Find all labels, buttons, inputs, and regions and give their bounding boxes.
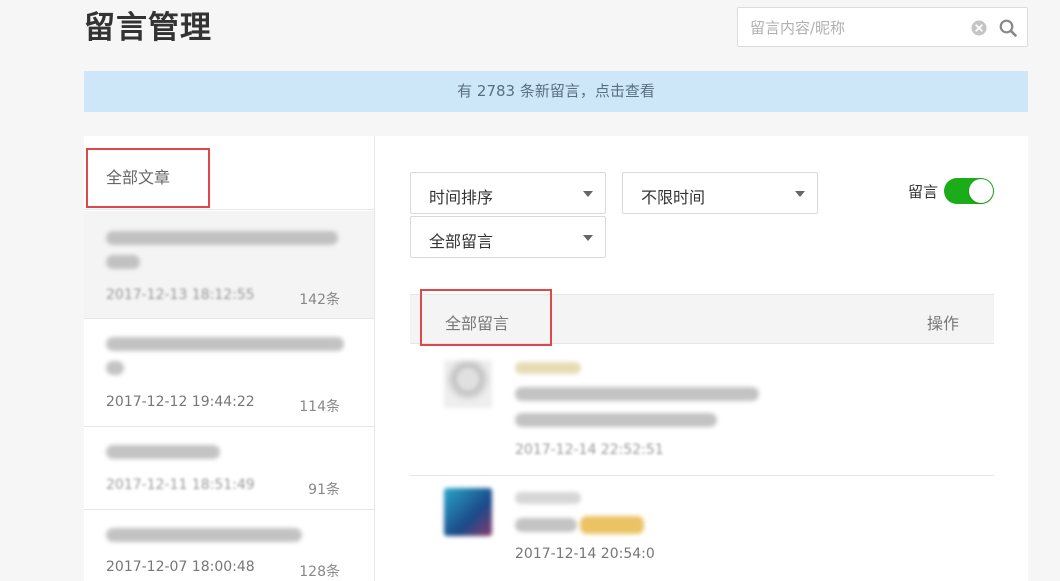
- blurred-comment-text: [515, 413, 717, 427]
- search-icon[interactable]: [998, 18, 1018, 38]
- blurred-article-title: [106, 231, 338, 245]
- comment-date: 2017-12-14 20:54:0: [515, 546, 655, 562]
- comment-item: 2017-12-14 22:52:51: [410, 344, 994, 476]
- article-date: 2017-12-13 18:12:55: [106, 287, 255, 303]
- blurred-article-title: [106, 445, 220, 459]
- avatar[interactable]: [444, 360, 492, 408]
- time-range-select[interactable]: 不限时间: [622, 172, 818, 214]
- comments-toggle-label: 留言: [908, 183, 939, 201]
- article-date: 2017-12-12 19:44:22: [106, 394, 255, 410]
- article-item[interactable]: 2017-12-12 19:44:22 114条: [84, 319, 374, 427]
- chevron-down-icon: [583, 235, 593, 241]
- article-list-panel: 全部文章 2017-12-13 18:12:55 142条 2017-12-12…: [84, 136, 375, 581]
- comment-type-select[interactable]: 全部留言: [410, 216, 606, 258]
- chevron-down-icon: [583, 191, 593, 197]
- comment-item: 2017-12-14 20:54:0: [410, 476, 994, 581]
- article-list-header: 全部文章: [84, 136, 374, 210]
- blurred-nickname: [515, 492, 581, 504]
- search-box[interactable]: [737, 7, 1028, 47]
- chevron-down-icon: [795, 191, 805, 197]
- content-card: 全部文章 2017-12-13 18:12:55 142条 2017-12-12…: [84, 136, 1028, 581]
- blurred-comment-text: [515, 518, 577, 532]
- avatar[interactable]: [444, 488, 492, 536]
- blurred-article-title: [106, 361, 124, 375]
- article-comment-count: 91条: [308, 482, 340, 498]
- article-item[interactable]: 2017-12-13 18:12:55 142条: [84, 211, 374, 319]
- article-comment-count: 128条: [299, 564, 340, 580]
- time-range-select-value: 不限时间: [641, 188, 706, 207]
- sort-select-value: 时间排序: [429, 188, 494, 207]
- blurred-comment-text: [515, 387, 759, 401]
- comment-date: 2017-12-14 22:52:51: [515, 442, 664, 458]
- comment-table-header: 全部留言 操作: [410, 294, 994, 344]
- page-title: 留言管理: [84, 10, 212, 46]
- article-date: 2017-12-11 18:51:49: [106, 477, 255, 493]
- sort-select[interactable]: 时间排序: [410, 172, 606, 214]
- new-comments-banner[interactable]: 有 2783 条新留言，点击查看: [84, 71, 1028, 112]
- comments-toggle[interactable]: [944, 178, 994, 204]
- comment-type-select-value: 全部留言: [429, 232, 494, 251]
- all-comments-column: 全部留言: [445, 314, 510, 333]
- article-item[interactable]: 2017-12-07 18:00:48 128条: [84, 510, 374, 581]
- blurred-article-title: [106, 528, 302, 542]
- emoji-blur: [580, 516, 644, 534]
- actions-column: 操作: [926, 314, 959, 333]
- blurred-nickname: [515, 362, 581, 374]
- all-articles-label[interactable]: 全部文章: [106, 164, 170, 188]
- blurred-article-title: [106, 255, 140, 269]
- article-date: 2017-12-07 18:00:48: [106, 559, 255, 575]
- blurred-article-title: [106, 337, 344, 351]
- toggle-knob: [969, 179, 993, 203]
- article-item[interactable]: 2017-12-11 18:51:49 91条: [84, 427, 374, 510]
- search-input[interactable]: [750, 16, 960, 40]
- article-comment-count: 142条: [299, 292, 340, 308]
- clear-icon[interactable]: [971, 20, 987, 36]
- article-comment-count: 114条: [299, 399, 340, 415]
